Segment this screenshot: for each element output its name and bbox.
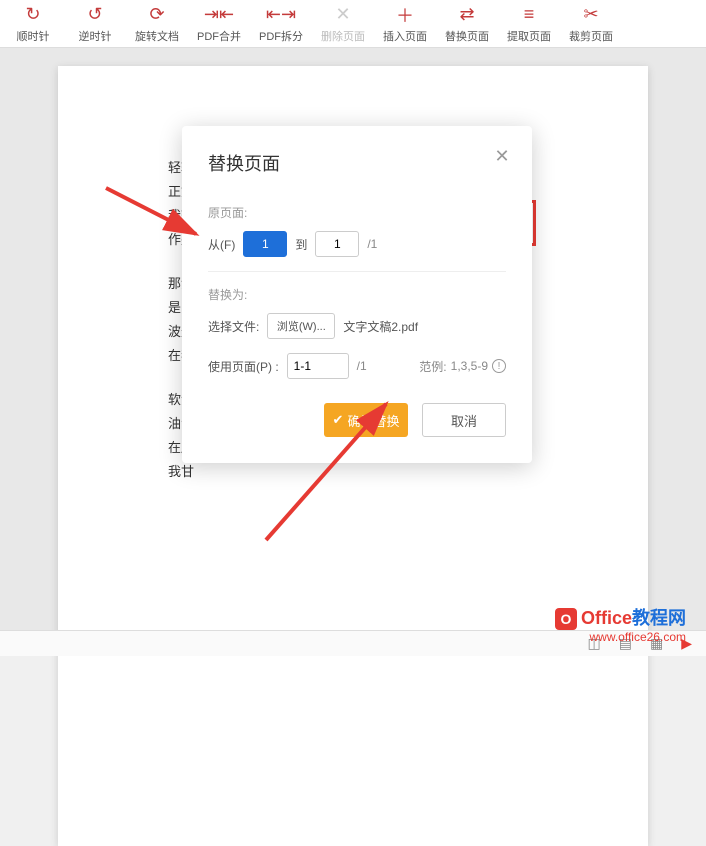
insert-icon: ＋ [396,4,414,26]
crop-page-button[interactable]: ✂裁剪页面 [562,1,620,47]
example-text: 范例: 1,3,5-9 ! [419,358,506,375]
browse-button[interactable]: 浏览(W)... [267,313,335,339]
replace-page-button[interactable]: ⇄替换页面 [438,1,496,47]
rotate-cw-icon: ↻ [25,4,40,26]
to-input[interactable] [315,231,359,257]
dialog-title: 替换页面 [208,150,506,176]
use-page-input[interactable] [287,353,349,379]
page-range-row: 从(F) 到 /1 [208,231,506,257]
close-button[interactable]: ✕ [492,146,512,166]
pdf-merge-button[interactable]: ⇥⇤PDF合并 [190,1,248,47]
selected-filename: 文字文稿2.pdf [343,318,418,335]
replace-with-label: 替换为: [208,286,506,303]
original-page-label: 原页面: [208,204,506,221]
use-page-label: 使用页面(P) : [208,358,279,375]
toolbar: ↻顺时针 ↺逆时针 ⟳旋转文档 ⇥⇤PDF合并 ⇤⇥PDF拆分 ✕删除页面 ＋插… [0,0,706,48]
rotate-ccw-icon: ↺ [87,4,102,26]
office-logo-icon: O [555,608,577,630]
extract-page-button[interactable]: ≡提取页面 [500,1,558,47]
delete-icon: ✕ [335,4,350,26]
cancel-button[interactable]: 取消 [422,403,506,437]
rotate-ccw-button[interactable]: ↺逆时针 [66,1,124,47]
check-icon: ✔ [333,412,344,428]
delete-page-button: ✕删除页面 [314,1,372,47]
extract-icon: ≡ [524,4,535,26]
rotate-doc-icon: ⟳ [149,4,164,26]
to-label: 到 [295,236,307,253]
doc-line: 我甘 [168,460,538,484]
rotate-cw-button[interactable]: ↻顺时针 [4,1,62,47]
crop-icon: ✂ [583,4,598,26]
select-file-label: 选择文件: [208,318,259,335]
replace-page-dialog: ✕ 替换页面 原页面: 从(F) 到 /1 替换为: 选择文件: 浏览(W)..… [182,126,532,463]
insert-page-button[interactable]: ＋插入页面 [376,1,434,47]
watermark-url: www.office26.com [555,630,686,644]
confirm-button[interactable]: ✔ 确认替换 [324,403,408,437]
divider [208,271,506,272]
watermark: OOffice教程网 www.office26.com [555,604,686,644]
use-page-total: /1 [357,359,367,373]
total-pages: /1 [367,237,377,251]
pdf-split-button[interactable]: ⇤⇥PDF拆分 [252,1,310,47]
split-icon: ⇤⇥ [266,4,296,26]
replace-icon: ⇄ [459,4,474,26]
from-label: 从(F) [208,236,235,253]
from-input[interactable] [243,231,287,257]
rotate-doc-button[interactable]: ⟳旋转文档 [128,1,186,47]
dialog-buttons: ✔ 确认替换 取消 [208,403,506,437]
merge-icon: ⇥⇤ [204,4,234,26]
use-page-row: 使用页面(P) : /1 范例: 1,3,5-9 ! [208,353,506,379]
select-file-row: 选择文件: 浏览(W)... 文字文稿2.pdf [208,313,506,339]
info-icon: ! [492,359,506,373]
